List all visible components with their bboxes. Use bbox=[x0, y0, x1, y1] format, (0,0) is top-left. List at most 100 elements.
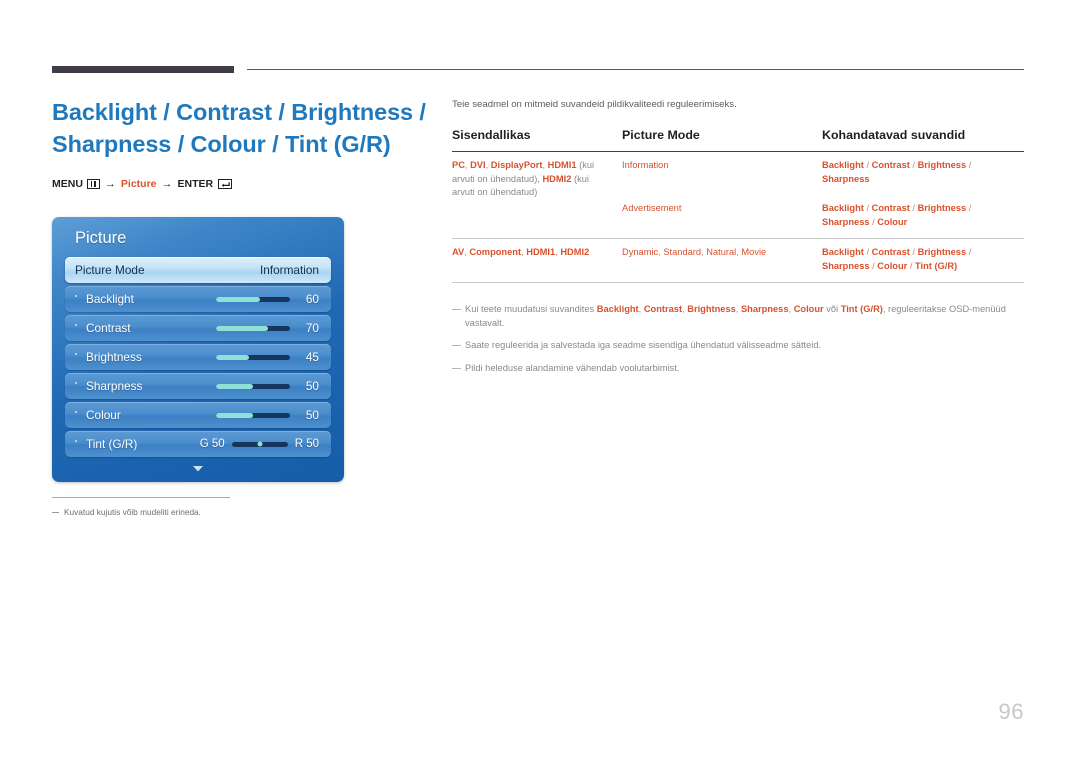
slider-fill bbox=[216, 412, 253, 418]
note-item: Kui teete muudatusi suvandites Backlight… bbox=[452, 303, 1030, 330]
left-column: Backlight / Contrast / Brightness / Shar… bbox=[52, 96, 426, 190]
note-item: Saate reguleerida ja salvestada iga sead… bbox=[452, 339, 1030, 353]
osd-slider-contrast[interactable] bbox=[216, 325, 290, 331]
osd-row-picture-mode[interactable]: Picture Mode Information bbox=[65, 257, 331, 283]
notes-block: Kui teete muudatusi suvandites Backlight… bbox=[452, 303, 1030, 384]
slider-fill bbox=[216, 383, 253, 389]
footnote-line: Kuvatud kujutis võib mudeliti erineda. bbox=[52, 506, 344, 518]
column-header-source: Sisendallikas bbox=[452, 128, 531, 142]
enter-return-icon bbox=[218, 179, 233, 189]
text-fragment: HDMI2 bbox=[560, 247, 590, 257]
osd-label-colour: Colour bbox=[86, 408, 121, 422]
text-fragment: / bbox=[966, 203, 972, 213]
osd-tint-control[interactable]: G 50 R 50 bbox=[200, 438, 319, 450]
osd-row-backlight[interactable]: Backlight 60 bbox=[65, 286, 331, 312]
osd-slider-brightness[interactable] bbox=[216, 354, 290, 360]
cell-picture-mode: Dynamic, Standard, Natural, Movie bbox=[622, 239, 822, 283]
osd-label-contrast: Contrast bbox=[86, 321, 131, 335]
text-fragment: Backlight bbox=[596, 304, 639, 314]
text-fragment: Sharpness bbox=[822, 173, 870, 184]
text-fragment: AV bbox=[452, 247, 465, 257]
osd-row-tint[interactable]: Tint (G/R) G 50 R 50 bbox=[65, 431, 331, 457]
text-fragment: Sharpness bbox=[822, 260, 870, 271]
osd-row-colour[interactable]: Colour 50 bbox=[65, 402, 331, 428]
osd-value-brightness: 45 bbox=[305, 350, 319, 364]
menu-label: MENU bbox=[52, 178, 83, 190]
text-fragment: Colour bbox=[793, 304, 824, 314]
text-fragment: / bbox=[966, 247, 972, 257]
text-fragment: HDMI1 bbox=[547, 160, 577, 170]
text-fragment: / bbox=[863, 203, 872, 213]
osd-row-brightness[interactable]: Brightness 45 bbox=[65, 344, 331, 370]
note-dash-icon bbox=[452, 345, 461, 347]
text-fragment: Information bbox=[622, 160, 669, 170]
text-fragment: / bbox=[909, 203, 918, 213]
page-number: 96 bbox=[998, 699, 1024, 724]
osd-value-contrast: 70 bbox=[305, 321, 319, 335]
text-fragment: Brightness bbox=[917, 160, 967, 170]
osd-label-backlight: Backlight bbox=[86, 292, 134, 306]
header-rules bbox=[0, 66, 1080, 76]
text-fragment: / bbox=[909, 160, 918, 170]
osd-slider-colour[interactable] bbox=[216, 412, 290, 418]
enter-label: ENTER bbox=[177, 178, 214, 190]
osd-tint-bar[interactable] bbox=[231, 441, 288, 447]
text-fragment: Pildi heleduse alandamine vähendab voolu… bbox=[465, 362, 680, 373]
page-title-line-1: Backlight / Contrast / Brightness / bbox=[52, 99, 426, 125]
osd-scroll-down-chevron[interactable] bbox=[65, 460, 331, 478]
cell-picture-mode: Information bbox=[622, 152, 822, 196]
osd-tint-red-value: R 50 bbox=[294, 438, 319, 450]
osd-tint-handle[interactable] bbox=[257, 441, 263, 447]
table-body: PC, DVI, DisplayPort, HDMI1 (kui arvuti … bbox=[452, 152, 1024, 283]
table-header-row: Sisendallikas Picture Mode Kohandatavad … bbox=[452, 128, 1024, 152]
note-dash-icon bbox=[452, 367, 461, 369]
slider-fill bbox=[216, 296, 261, 302]
cell-source: PC, DVI, DisplayPort, HDMI1 (kui arvuti … bbox=[452, 152, 622, 239]
header-rule-thin bbox=[247, 69, 1024, 70]
note-text: Pildi heleduse alandamine vähendab voolu… bbox=[465, 362, 1030, 376]
table-row: PC, DVI, DisplayPort, HDMI1 (kui arvuti … bbox=[452, 152, 1024, 197]
text-fragment: DisplayPort bbox=[490, 160, 543, 170]
osd-title: Picture bbox=[75, 229, 127, 247]
note-text: Saate reguleerida ja salvestada iga sead… bbox=[465, 339, 1030, 353]
osd-row-sharpness[interactable]: Sharpness 50 bbox=[65, 373, 331, 399]
osd-slider-backlight[interactable] bbox=[216, 296, 290, 302]
osd-slider-rows: Backlight 60 Contrast 70 Brightness 45 Sharpne… bbox=[65, 286, 331, 428]
text-fragment: Component bbox=[469, 247, 522, 257]
text-fragment: HDMI1 bbox=[526, 247, 556, 257]
text-fragment: Backlight bbox=[822, 247, 864, 257]
osd-label-tint: Tint (G/R) bbox=[86, 437, 138, 451]
text-fragment: Saate reguleerida ja salvestada iga sead… bbox=[465, 340, 822, 350]
text-fragment: / bbox=[863, 247, 872, 257]
text-fragment: Backlight bbox=[822, 160, 864, 170]
bullet-icon bbox=[75, 381, 77, 384]
footnote-dash-icon bbox=[52, 512, 59, 513]
osd-value-colour: 50 bbox=[305, 408, 319, 422]
text-fragment: Sharpness bbox=[822, 216, 870, 227]
note-text: Kui teete muudatusi suvandites Backlight… bbox=[465, 303, 1030, 330]
text-fragment: Contrast bbox=[871, 203, 910, 213]
osd-label-sharpness: Sharpness bbox=[86, 379, 143, 393]
text-fragment: / bbox=[907, 260, 915, 271]
footnote-rule bbox=[52, 497, 230, 498]
osd-value-sharpness: 50 bbox=[305, 379, 319, 393]
page-title-line-2: Sharpness / Colour / Tint (G/R) bbox=[52, 131, 391, 157]
cell-options: Backlight / Contrast / Brightness / Shar… bbox=[822, 239, 1024, 283]
menu-navigation-path: MENU → Picture → ENTER bbox=[52, 178, 424, 190]
text-fragment: Brightness bbox=[917, 247, 967, 257]
cell-source: AV, Component, HDMI1, HDMI2 bbox=[452, 239, 622, 283]
bullet-icon bbox=[75, 439, 77, 442]
right-column: Teie seadmel on mitmeid suvandeid pildik… bbox=[452, 98, 1024, 283]
text-fragment: Brightness bbox=[687, 304, 736, 314]
slider-fill bbox=[216, 325, 268, 331]
path-arrow-2: → bbox=[161, 178, 173, 190]
text-fragment: Movie bbox=[741, 247, 767, 257]
picture-mode-table: Sisendallikas Picture Mode Kohandatavad … bbox=[452, 128, 1024, 283]
text-fragment: PC bbox=[452, 160, 465, 170]
slider-fill bbox=[216, 354, 250, 360]
osd-slider-sharpness[interactable] bbox=[216, 383, 290, 389]
left-footnote-block: Kuvatud kujutis võib mudeliti erineda. bbox=[52, 497, 344, 521]
osd-row-contrast[interactable]: Contrast 70 bbox=[65, 315, 331, 341]
header-rule-thick bbox=[52, 66, 234, 73]
osd-label-brightness: Brightness bbox=[86, 350, 142, 364]
